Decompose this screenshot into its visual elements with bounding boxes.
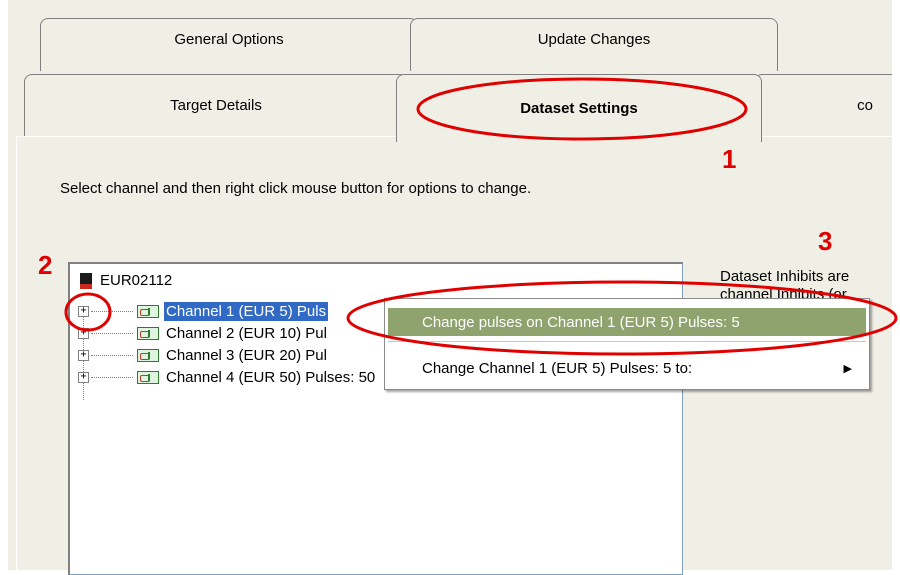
- tree-root-label: EUR02112: [100, 272, 173, 289]
- channel-icon: [137, 348, 159, 362]
- expand-icon[interactable]: +: [78, 305, 89, 317]
- expand-icon[interactable]: +: [78, 371, 89, 383]
- instruction-text: Select channel and then right click mous…: [60, 180, 532, 197]
- menu-item-change-pulses[interactable]: Change pulses on Channel 1 (EUR 5) Pulse…: [388, 308, 866, 336]
- tree-connector: [91, 376, 133, 378]
- tree-item-channel-1[interactable]: + Channel 1 (EUR 5) Puls: [78, 300, 329, 322]
- context-menu[interactable]: Change pulses on Channel 1 (EUR 5) Pulse…: [384, 298, 870, 390]
- menu-item-change-to-label: Change Channel 1 (EUR 5) Pulses: 5 to:: [422, 359, 693, 377]
- tab-dataset-settings-label: Dataset Settings: [520, 100, 638, 117]
- tree-item-channel-2[interactable]: + Channel 2 (EUR 10) Pul: [78, 322, 329, 344]
- submenu-arrow-icon: ▶: [843, 362, 852, 375]
- tree-item-label[interactable]: Channel 3 (EUR 20) Pul: [164, 346, 329, 365]
- tab-general-options-label: General Options: [174, 31, 284, 48]
- tree-connector: [91, 310, 133, 312]
- expand-icon[interactable]: +: [78, 327, 89, 339]
- tab-target-details[interactable]: Target Details: [24, 74, 408, 136]
- tree-connector: [91, 354, 133, 356]
- tab-partial-label: co: [857, 97, 873, 114]
- annotation-number-3: 3: [818, 226, 833, 256]
- tab-partial[interactable]: co: [754, 74, 892, 136]
- channel-icon: [137, 304, 159, 318]
- device-icon: [80, 272, 92, 289]
- tree-item-label[interactable]: Channel 1 (EUR 5) Puls: [164, 301, 329, 321]
- tab-dataset-settings[interactable]: Dataset Settings: [396, 74, 762, 142]
- annotation-number-1: 1: [722, 144, 737, 174]
- menu-separator: [388, 341, 866, 342]
- tree-item-channel-4[interactable]: + Channel 4 (EUR 50) Pulses: 50: [78, 366, 377, 388]
- tab-target-details-label: Target Details: [170, 97, 262, 114]
- annotation-number-2: 2: [38, 250, 53, 280]
- tree-root[interactable]: EUR02112: [80, 272, 172, 289]
- tab-update-changes[interactable]: Update Changes: [410, 18, 778, 71]
- channel-icon: [137, 370, 159, 384]
- side-text-line-1: Dataset Inhibits are: [720, 268, 850, 285]
- tab-update-changes-label: Update Changes: [537, 31, 651, 48]
- tree-item-label[interactable]: Channel 2 (EUR 10) Pul: [164, 324, 329, 343]
- tree-connector: [91, 332, 133, 334]
- menu-item-change-to[interactable]: Change Channel 1 (EUR 5) Pulses: 5 to: ▶: [388, 354, 866, 382]
- tab-general-options[interactable]: General Options: [40, 18, 418, 71]
- menu-item-change-pulses-label: Change pulses on Channel 1 (EUR 5) Pulse…: [422, 313, 740, 331]
- expand-icon[interactable]: +: [78, 349, 89, 361]
- channel-icon: [137, 326, 159, 340]
- tree-item-label[interactable]: Channel 4 (EUR 50) Pulses: 50: [164, 368, 377, 387]
- tree-item-channel-3[interactable]: + Channel 3 (EUR 20) Pul: [78, 344, 329, 366]
